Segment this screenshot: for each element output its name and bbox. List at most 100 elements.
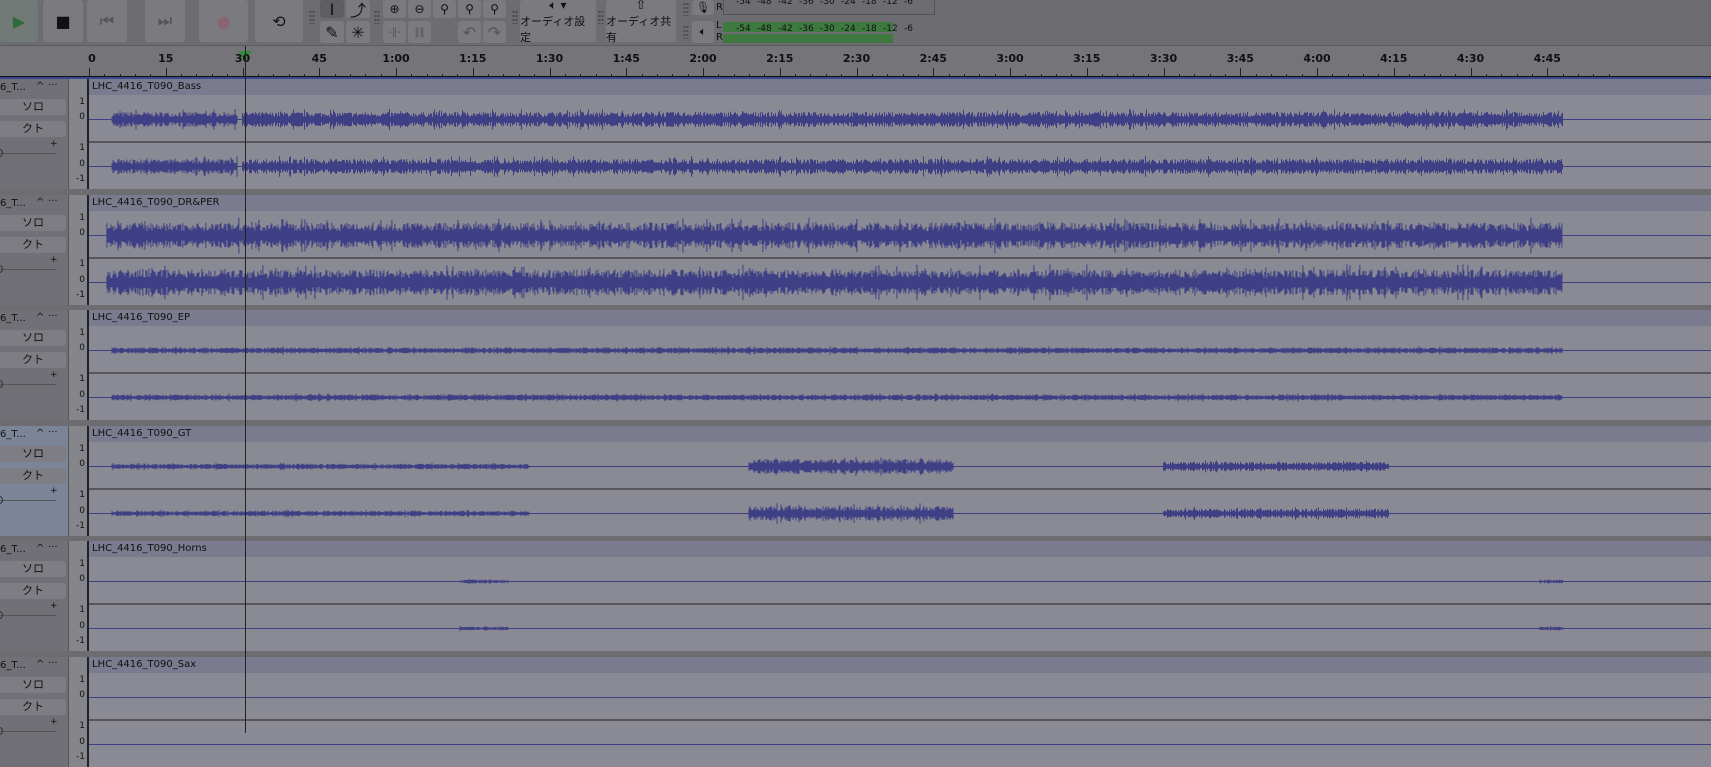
collapse-button[interactable]: ^	[36, 197, 44, 208]
amplitude-scale[interactable]: 1 0 1 0 -1	[68, 310, 87, 420]
stop-button[interactable]: ■	[43, 0, 83, 42]
redo-button[interactable]: ↷	[483, 21, 506, 43]
amplitude-scale[interactable]: 1 0 1 0 -1	[68, 426, 87, 536]
solo-button[interactable]: ソロ	[0, 330, 66, 346]
collapse-button[interactable]: ^	[36, 312, 44, 323]
mute-button[interactable]: クト	[0, 352, 66, 368]
playback-meter-button[interactable]: 🔈︎	[692, 21, 714, 43]
gain-slider-thumb[interactable]	[0, 727, 3, 735]
mute-button[interactable]: クト	[0, 583, 66, 599]
track-name[interactable]: 6_T...	[0, 313, 26, 324]
audio-track[interactable]: 6_T... ^ ··· ソロ クト + 1 0 1 0 -1 LHC_4416…	[0, 310, 1711, 420]
fit-project-button[interactable]: ⚲	[458, 0, 481, 18]
amplitude-scale[interactable]: 1 0 1 0 -1	[68, 541, 87, 651]
record-button[interactable]: ●	[199, 0, 248, 42]
collapse-button[interactable]: ^	[36, 428, 44, 439]
share-audio-button[interactable]: ⇧ オーディオ共有	[606, 0, 676, 44]
audio-track[interactable]: 6_T... ^ ··· ソロ クト + 1 0 1 0 -1 LHC_4416…	[0, 79, 1711, 189]
audio-track[interactable]: 6_T... ^ ··· ソロ クト + 1 0 1 0 -1 LHC_4416…	[0, 657, 1711, 767]
amplitude-scale[interactable]: 1 0 1 0 -1	[68, 79, 87, 189]
gain-slider[interactable]	[0, 731, 56, 732]
gain-slider-thumb[interactable]	[0, 380, 3, 388]
select-tool[interactable]: I	[320, 0, 344, 19]
solo-button[interactable]: ソロ	[0, 677, 66, 693]
track-header[interactable]: 6_T... ^ ··· ソロ クト +	[0, 79, 68, 189]
solo-button[interactable]: ソロ	[0, 446, 66, 462]
timeline-ruler[interactable]: 0 15 30 45 1:00 1:15 1:30 1:45 2:00 2:15 2:30 2:45 3…	[0, 46, 1711, 78]
audio-track[interactable]: 6_T... ^ ··· ソロ クト + 1 0 1 0 -1 LHC_4416…	[0, 195, 1711, 305]
track-menu-button[interactable]: ···	[48, 658, 58, 669]
audio-clip[interactable]: LHC_4416_T090_Bass	[87, 79, 1711, 189]
multi-tool[interactable]: ✳	[346, 21, 370, 43]
undo-button[interactable]: ↶	[458, 21, 481, 43]
track-header[interactable]: 6_T... ^ ··· ソロ クト +	[0, 195, 68, 305]
playback-meter-right[interactable]	[723, 34, 893, 43]
mute-button[interactable]: クト	[0, 237, 66, 253]
toolbar-grip[interactable]	[598, 10, 604, 24]
gain-slider-thumb[interactable]	[0, 265, 3, 273]
audio-track[interactable]: 6_T... ^ ··· ソロ クト + 1 0 1 0 -1 LHC_4416…	[0, 426, 1711, 536]
clip-name[interactable]: LHC_4416_T090_Bass	[89, 79, 1711, 95]
envelope-tool[interactable]: ⤴	[346, 0, 370, 20]
solo-button[interactable]: ソロ	[0, 561, 66, 577]
track-name[interactable]: 6_T...	[0, 198, 26, 209]
track-menu-button[interactable]: ···	[48, 80, 58, 91]
solo-button[interactable]: ソロ	[0, 215, 66, 231]
track-name[interactable]: 6_T...	[0, 82, 26, 93]
gain-slider-thumb[interactable]	[0, 611, 3, 619]
gain-slider-thumb[interactable]	[0, 149, 3, 157]
trim-button[interactable]: -‖-	[383, 21, 406, 43]
toolbar-grip[interactable]	[683, 25, 689, 39]
track-menu-button[interactable]: ···	[48, 196, 58, 207]
track-menu-button[interactable]: ···	[48, 542, 58, 553]
solo-button[interactable]: ソロ	[0, 99, 66, 115]
mute-button[interactable]: クト	[0, 699, 66, 715]
audio-settings-button[interactable]: 🔈︎ ▾ オーディオ設定	[520, 0, 596, 44]
track-name[interactable]: 6_T...	[0, 429, 26, 440]
track-name[interactable]: 6_T...	[0, 660, 26, 671]
toolbar-grip[interactable]	[374, 10, 380, 24]
collapse-button[interactable]: ^	[36, 81, 44, 92]
draw-tool[interactable]: ✎	[320, 21, 344, 43]
fit-selection-button[interactable]: ⚲	[433, 0, 456, 18]
gain-slider[interactable]	[0, 384, 56, 385]
toolbar-grip[interactable]	[512, 10, 518, 24]
audio-clip[interactable]: LHC_4416_T090_DR&PER	[87, 195, 1711, 305]
gain-slider[interactable]	[0, 615, 56, 616]
track-menu-button[interactable]: ···	[48, 427, 58, 438]
track-name[interactable]: 6_T...	[0, 544, 26, 555]
mute-button[interactable]: クト	[0, 468, 66, 484]
audio-clip[interactable]: LHC_4416_T090_GT	[87, 426, 1711, 536]
skip-end-button[interactable]: ⏭	[145, 0, 185, 42]
zoom-toggle-button[interactable]: ⚲	[483, 0, 506, 18]
gain-slider[interactable]	[0, 153, 56, 154]
track-header[interactable]: 6_T... ^ ··· ソロ クト +	[0, 657, 68, 767]
audio-clip[interactable]: LHC_4416_T090_Sax	[87, 657, 1711, 767]
loop-button[interactable]: ⟲	[255, 0, 303, 42]
clip-name[interactable]: LHC_4416_T090_DR&PER	[89, 195, 1711, 211]
record-meter-button[interactable]: 🎙︎	[692, 0, 714, 15]
track-menu-button[interactable]: ···	[48, 311, 58, 322]
collapse-button[interactable]: ^	[36, 659, 44, 670]
track-header[interactable]: 6_T... ^ ··· ソロ クト +	[0, 541, 68, 651]
audio-track[interactable]: 6_T... ^ ··· ソロ クト + 1 0 1 0 -1 LHC_4416…	[0, 541, 1711, 651]
toolbar-grip[interactable]	[683, 2, 689, 16]
toolbar-grip[interactable]	[309, 10, 315, 24]
gain-slider-thumb[interactable]	[0, 496, 3, 504]
amplitude-scale[interactable]: 1 0 1 0 -1	[68, 657, 87, 767]
mute-button[interactable]: クト	[0, 121, 66, 137]
gain-slider[interactable]	[0, 500, 56, 501]
clip-name[interactable]: LHC_4416_T090_EP	[89, 310, 1711, 326]
track-header[interactable]: 6_T... ^ ··· ソロ クト +	[0, 426, 68, 536]
track-header[interactable]: 6_T... ^ ··· ソロ クト +	[0, 310, 68, 420]
skip-start-button[interactable]: ⏮	[87, 0, 127, 42]
clip-name[interactable]: LHC_4416_T090_GT	[89, 426, 1711, 442]
audio-clip[interactable]: LHC_4416_T090_EP	[87, 310, 1711, 420]
amplitude-scale[interactable]: 1 0 1 0 -1	[68, 195, 87, 305]
gain-slider[interactable]	[0, 269, 56, 270]
audio-clip[interactable]: LHC_4416_T090_Horns	[87, 541, 1711, 651]
zoom-in-button[interactable]: ⊕	[383, 0, 406, 18]
zoom-out-button[interactable]: ⊖	[408, 0, 431, 18]
silence-button[interactable]: ‖‖	[408, 21, 431, 43]
collapse-button[interactable]: ^	[36, 543, 44, 554]
